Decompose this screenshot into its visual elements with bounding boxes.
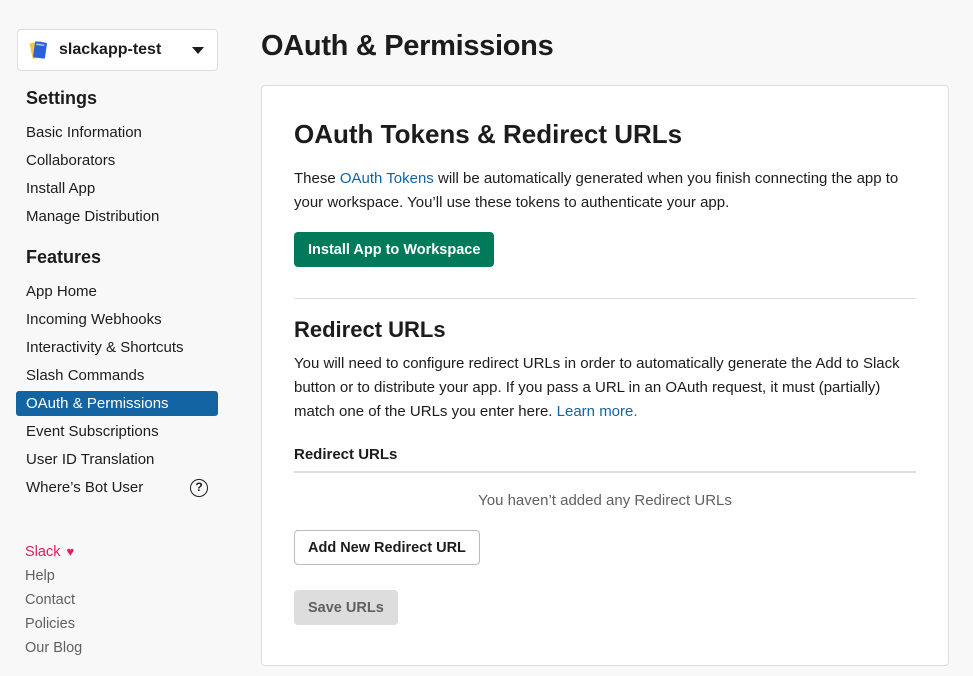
sidebar-item-event-subscriptions[interactable]: Event Subscriptions (16, 418, 218, 446)
sidebar-item-manage-distribution[interactable]: Manage Distribution (16, 203, 218, 231)
save-urls-button: Save URLs (294, 590, 398, 625)
sidebar-item-incoming-webhooks[interactable]: Incoming Webhooks (16, 306, 218, 334)
chevron-down-icon (192, 47, 204, 54)
sidebar-item-collaborators[interactable]: Collaborators (16, 147, 218, 175)
footer-link-policies[interactable]: Policies (25, 612, 82, 636)
learn-more-link[interactable]: Learn more. (557, 403, 638, 420)
settings-heading: Settings (26, 88, 98, 108)
features-heading: Features (26, 247, 102, 267)
redirect-table-header: Redirect URLs (294, 446, 916, 473)
tokens-title: OAuth Tokens & Redirect URLs (294, 119, 683, 149)
section-divider (294, 298, 916, 299)
page-title: OAuth & Permissions (261, 30, 554, 62)
footer-slack-label: Slack (25, 544, 61, 560)
sidebar-item-wheres-bot-user[interactable]: Where’s Bot User ? (16, 474, 218, 502)
footer-link-help[interactable]: Help (25, 564, 82, 588)
empty-state-message: You haven’t added any Redirect URLs (478, 492, 732, 509)
oauth-card: OAuth Tokens & Redirect URLs These OAuth… (261, 85, 949, 666)
sidebar: slackapp-test Settings Basic Information… (0, 0, 236, 676)
sidebar-item-user-id-translation[interactable]: User ID Translation (16, 446, 218, 474)
sidebar-item-app-home[interactable]: App Home (16, 278, 218, 306)
sidebar-item-interactivity-shortcuts[interactable]: Interactivity & Shortcuts (16, 334, 218, 362)
sidebar-item-oauth-permissions[interactable]: OAuth & Permissions (16, 391, 218, 416)
app-name: slackapp-test (59, 41, 162, 58)
settings-nav: Basic Information Collaborators Install … (16, 119, 218, 231)
redirect-title: Redirect URLs (294, 317, 446, 342)
footer-link-blog[interactable]: Our Blog (25, 636, 82, 660)
redirect-description: You will need to configure redirect URLs… (294, 352, 916, 424)
sidebar-item-slash-commands[interactable]: Slash Commands (16, 362, 218, 390)
heart-icon: ♥ (66, 544, 75, 559)
oauth-tokens-link[interactable]: OAuth Tokens (340, 170, 434, 187)
app-picker[interactable]: slackapp-test (17, 29, 218, 71)
footer-link-contact[interactable]: Contact (25, 588, 82, 612)
question-circle-icon[interactable]: ? (190, 479, 208, 497)
footer-link-slack[interactable]: Slack ♥ (25, 540, 82, 564)
sidebar-item-basic-information[interactable]: Basic Information (16, 119, 218, 147)
footer-links: Slack ♥ Help Contact Policies Our Blog (25, 540, 82, 660)
add-redirect-url-button[interactable]: Add New Redirect URL (294, 530, 480, 565)
features-nav: App Home Incoming Webhooks Interactivity… (16, 278, 218, 502)
app-book-icon (28, 39, 50, 61)
tokens-text-before: These (294, 170, 340, 187)
sidebar-item-install-app[interactable]: Install App (16, 175, 218, 203)
install-app-button[interactable]: Install App to Workspace (294, 232, 495, 267)
tokens-description: These OAuth Tokens will be automatically… (294, 167, 916, 215)
sidebar-item-label: Where’s Bot User (26, 479, 144, 496)
